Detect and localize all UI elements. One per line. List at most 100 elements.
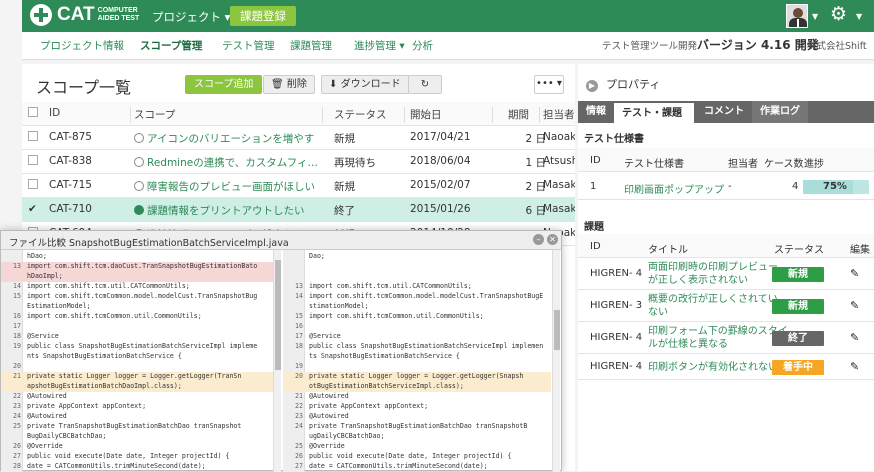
row-checkbox[interactable]	[28, 179, 38, 189]
row-scope-link[interactable]: Redmineの連携で、カスタムフィ…	[134, 155, 334, 170]
line-number: 28	[13, 462, 21, 470]
issue-row[interactable]: HIGREN- 3 概要の改行が正しくされてい ない 新規 ✎	[578, 290, 874, 322]
delete-button[interactable]: 🗑 削除	[263, 75, 315, 94]
code-text: import com.shift.tcmCommon.util.CommonUt…	[309, 312, 484, 320]
chevron-right-icon[interactable]: ▶	[586, 80, 598, 92]
download-icon: ⬇	[329, 79, 338, 90]
nav-test-management[interactable]: テスト管理	[222, 38, 275, 53]
tab-comment[interactable]: コメント	[696, 101, 752, 123]
register-issue-button[interactable]: 課題登録	[230, 6, 296, 26]
issue-title-link[interactable]: 両面印刷時の印刷プレビュー が正しく表示されない	[648, 261, 778, 287]
issue-title-line1: 両面印刷時の印刷プレビュー	[648, 262, 778, 273]
line-number: 26	[295, 452, 303, 460]
issue-title-line1: 印刷フォーム下の罫線のスタイ	[648, 326, 788, 337]
download-button[interactable]: ⬇ ダウンロード	[321, 75, 409, 94]
code-line: 16	[283, 322, 551, 332]
cat-logo[interactable]: CAT COMPUTER AIDED TEST	[30, 4, 158, 26]
add-scope-button[interactable]: スコープ追加	[185, 75, 263, 94]
issue-title-link[interactable]: 印刷ボタンが有効化されない	[648, 361, 778, 374]
nav-project-info[interactable]: プロジェクト情報	[40, 38, 124, 53]
tab-info[interactable]: 情報	[578, 101, 614, 123]
code-text: ugDailyCBCBatchDao;	[309, 432, 385, 440]
pencil-icon[interactable]: ✎	[850, 267, 859, 280]
refresh-button[interactable]: ↻	[408, 75, 442, 94]
issue-title-link[interactable]: 印刷フォーム下の罫線のスタイ ルが仕様と異なる	[648, 325, 788, 351]
property-title: プロパティ	[606, 78, 661, 91]
minimize-icon[interactable]: –	[533, 234, 544, 245]
issue-title-link[interactable]: 概要の改行が正しくされてい ない	[648, 293, 778, 319]
download-label: ダウンロード	[340, 79, 401, 90]
row-scope-text: 課題情報をプリントアウトしたい	[147, 205, 305, 217]
nav-issue-management[interactable]: 課題管理	[290, 38, 332, 53]
code-text: public void execute(Date date, Integer p…	[309, 452, 512, 460]
code-text: import com.shift.tcmCommon.util.CommonUt…	[27, 312, 202, 320]
issue-title-line2: ルが仕様と異なる	[648, 339, 728, 350]
row-checkbox-checked[interactable]: ✔	[28, 203, 38, 213]
code-text: private static Logger logger = Logger.ge…	[309, 372, 524, 380]
row-checkbox[interactable]	[28, 131, 38, 141]
tab-test-issue[interactable]: テスト・課題	[614, 101, 694, 123]
spec-row: 1 印刷画面ポップアップ - 4 75%	[578, 172, 874, 200]
diff-right-pane[interactable]: Dao; 13 import com.shift.tcm.util.CATCommo…	[283, 250, 551, 472]
issue-header: ID タイトル ステータス 編集	[578, 234, 874, 258]
code-text: public void execute(Date date, Integer p…	[27, 452, 230, 460]
row-scope-link[interactable]: 障害報告のプレビュー画面がほしい	[134, 179, 334, 194]
issue-row[interactable]: HIGREN- 4 印刷ボタンが有効化されない 着手中 ✎	[578, 354, 874, 380]
row-scope-link[interactable]: 課題情報をプリントアウトしたい	[134, 203, 334, 218]
nav-progress-management[interactable]: 進捗管理 ▾	[354, 38, 405, 53]
pencil-icon[interactable]: ✎	[850, 360, 859, 373]
code-text: hDao;	[27, 252, 47, 260]
property-panel: ▶ プロパティ 情報 テスト・課題 コメント 作業ログ テスト仕様書 ID テスト…	[578, 64, 874, 471]
row-checkbox[interactable]	[28, 155, 38, 165]
select-all-checkbox[interactable]	[28, 107, 38, 117]
gear-icon[interactable]: ⚙	[830, 3, 847, 25]
code-line: 20	[1, 362, 273, 372]
diff-left-pane[interactable]: hDao; 13 import com.shift.tcm.daoCust.Tran…	[1, 250, 273, 472]
chevron-down-icon[interactable]: ▼	[812, 12, 818, 21]
right-scrollbar[interactable]	[552, 250, 560, 472]
header-scope[interactable]: スコープ	[134, 107, 334, 122]
table-row[interactable]: CAT-875 アイコンのバリエーションを増やす 新規 2017/04/21 2 日 Na…	[22, 126, 575, 150]
left-scrollbar[interactable]	[273, 250, 281, 472]
code-line: EstimationModel;	[1, 302, 273, 312]
code-line: 23 private AppContext appContext;	[1, 402, 273, 412]
code-text: @Autowired	[27, 392, 67, 400]
project-menu[interactable]: プロジェクト ▾	[152, 9, 230, 25]
chevron-down-icon[interactable]: ▼	[856, 12, 862, 21]
issue-row[interactable]: HIGREN- 4 両面印刷時の印刷プレビュー が正しく表示されない 新規 ✎	[578, 258, 874, 290]
tab-work-log[interactable]: 作業ログ	[752, 101, 808, 123]
nav-scope-management[interactable]: スコープ管理	[140, 38, 202, 53]
property-tabs: 情報 テスト・課題 コメント 作業ログ	[578, 101, 874, 123]
header-status[interactable]: ステータス	[334, 107, 387, 122]
code-line: stimationModel;	[283, 302, 551, 312]
code-text: date = CATCommonUtils.trimMinuteSecond(d…	[27, 462, 206, 470]
header-start-date[interactable]: 開始日	[410, 107, 442, 122]
code-line: 22 @Autowired	[1, 392, 273, 402]
issue-title-line1: 印刷ボタンが有効化されない	[648, 362, 778, 373]
top-bar: CAT COMPUTER AIDED TEST プロジェクト ▾ 課題登録 ▼ …	[22, 0, 874, 32]
code-text: otBugEstimationBatchServiceImpl.class);	[309, 382, 464, 390]
avatar[interactable]	[786, 4, 808, 28]
code-line: otBugEstimationBatchServiceImpl.class);	[283, 382, 551, 392]
refresh-icon: ↻	[420, 79, 430, 90]
issue-row[interactable]: HIGREN- 4 印刷フォーム下の罫線のスタイ ルが仕様と異なる 終了 ✎	[578, 322, 874, 354]
line-number: 14	[295, 292, 303, 300]
table-row[interactable]: CAT-715 障害報告のプレビュー画面がほしい 新規 2015/02/07 2 日 Ma…	[22, 174, 575, 198]
table-row[interactable]: CAT-838 Redmineの連携で、カスタムフィ… 再現待ち 2018/06/04…	[22, 150, 575, 174]
table-row[interactable]: ✔ CAT-710 課題情報をプリントアウトしたい 終了 2015/01/26 6 日 Ma…	[22, 198, 575, 222]
code-text: import com.shift.tcmCommon.model.modelCu…	[27, 292, 258, 300]
header-assignee[interactable]: 担当者	[543, 107, 575, 122]
nav-analysis[interactable]: 分析	[412, 38, 433, 53]
code-line: 27 public void execute(Date date, Intege…	[1, 452, 273, 462]
more-menu-button[interactable]: ••• ▾	[534, 75, 564, 94]
pencil-icon[interactable]: ✎	[850, 299, 859, 312]
spec-id: 1	[590, 181, 597, 192]
spec-name-link[interactable]: 印刷画面ポップアップ	[624, 181, 724, 196]
pencil-icon[interactable]: ✎	[850, 331, 859, 344]
code-line: 17 @Service	[283, 332, 551, 342]
row-scope-link[interactable]: アイコンのバリエーションを増やす	[134, 131, 334, 146]
close-icon[interactable]: ✕	[547, 234, 558, 245]
header-id[interactable]: ID	[49, 107, 60, 119]
row-period: 2 日	[525, 181, 546, 193]
